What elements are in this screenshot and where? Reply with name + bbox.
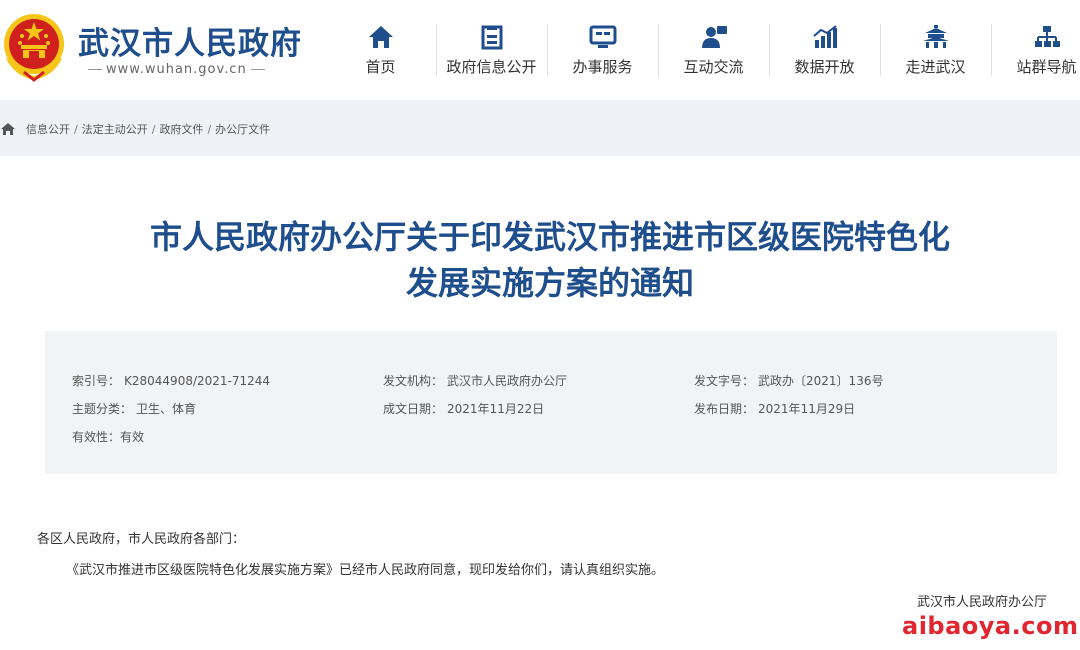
nav-label-info-disclosure: 政府信息公开 (446, 58, 537, 76)
meta-issuer-label: 发文机构： (383, 374, 444, 388)
nav-label-site-nav: 站群导航 (1016, 58, 1077, 76)
meta-publish-date-value: 2021年11月29日 (758, 402, 856, 416)
meta-topic: 主题分类： 卫生、体育 (72, 400, 196, 417)
pavilion-icon (922, 25, 949, 48)
site-header: 武汉市人民政府 www.wuhan.gov.cn 首页 政府信息公开 办事服务 … (0, 0, 1080, 100)
monitor-icon (589, 25, 616, 48)
nav-item-open-data[interactable]: 数据开放 (769, 22, 880, 80)
nav-item-services[interactable]: 办事服务 (547, 22, 658, 80)
meta-written-date-label: 成文日期： (383, 402, 444, 416)
breadcrumb-item-mandatory-disclosure[interactable]: 法定主动公开 (82, 121, 148, 137)
page-title: 市人民政府办公厅关于印发武汉市推进市区级医院特色化 发展实施方案的通知 (0, 214, 1080, 306)
nav-item-about-wuhan[interactable]: 走进武汉 (880, 22, 991, 80)
meta-written-date-value: 2021年11月22日 (447, 402, 545, 416)
nav-item-site-nav[interactable]: 站群导航 (991, 22, 1080, 80)
meta-publish-date-label: 发布日期： (694, 402, 755, 416)
meta-doc-number-label: 发文字号： (694, 374, 755, 388)
nav-label-home: 首页 (365, 58, 396, 76)
breadcrumb-separator: / (151, 122, 156, 136)
watermark: aibaoya.com (902, 612, 1079, 640)
main-nav: 首页 政府信息公开 办事服务 互动交流 数据开放 走进武汉 站群导航 (325, 22, 1080, 82)
meta-topic-value: 卫生、体育 (136, 402, 197, 416)
nav-label-services: 办事服务 (572, 58, 633, 76)
home-icon (368, 26, 393, 48)
nav-item-interaction[interactable]: 互动交流 (658, 22, 769, 80)
breadcrumb: 信息公开 / 法定主动公开 / 政府文件 / 办公厅文件 (0, 121, 270, 137)
bookmark-icon (481, 25, 502, 50)
site-url: www.wuhan.gov.cn (84, 62, 269, 77)
meta-topic-label: 主题分类： (72, 402, 133, 416)
signature: 武汉市人民政府办公厅 (917, 595, 1048, 610)
breadcrumb-bar: 信息公开 / 法定主动公开 / 政府文件 / 办公厅文件 (0, 100, 1080, 156)
salutation: 各区人民政府，市人民政府各部门： (37, 532, 246, 547)
nav-item-home[interactable]: 首页 (325, 22, 436, 80)
meta-validity-label: 有效性： (72, 430, 121, 444)
home-icon[interactable] (0, 122, 16, 136)
meta-issuer-value: 武汉市人民政府办公厅 (447, 374, 568, 388)
sitemap-icon (1034, 26, 1060, 47)
breadcrumb-item-gov-docs[interactable]: 政府文件 (159, 121, 203, 137)
document-metadata-panel: 索引号： K28044908/2021-71244 发文机构： 武汉市人民政府办公厅… (45, 331, 1057, 474)
bar-chart-icon (812, 25, 837, 48)
breadcrumb-item-office-docs[interactable]: 办公厅文件 (215, 121, 270, 137)
meta-written-date: 成文日期： 2021年11月22日 (383, 400, 544, 417)
meta-index-value: K28044908/2021-71244 (124, 374, 271, 388)
interaction-icon (701, 26, 727, 48)
nav-label-open-data: 数据开放 (794, 58, 855, 76)
meta-validity-value: 有效 (120, 430, 145, 444)
nav-label-about-wuhan: 走进武汉 (905, 58, 966, 76)
nav-label-interaction: 互动交流 (683, 58, 744, 76)
meta-doc-number-value: 武政办〔2021〕136号 (758, 374, 884, 388)
breadcrumb-separator: / (74, 122, 78, 136)
site-name[interactable]: 武汉市人民政府 (78, 18, 302, 63)
breadcrumb-separator: / (207, 122, 212, 136)
meta-publish-date: 发布日期： 2021年11月29日 (694, 400, 855, 417)
meta-issuer: 发文机构： 武汉市人民政府办公厅 (383, 372, 567, 389)
breadcrumb-item-info-disclosure[interactable]: 信息公开 (26, 121, 70, 137)
meta-index-label: 索引号： (72, 374, 121, 388)
page-title-line-1: 市人民政府办公厅关于印发武汉市推进市区级医院特色化 (149, 218, 950, 256)
nav-item-info-disclosure[interactable]: 政府信息公开 (436, 22, 547, 80)
meta-index: 索引号： K28044908/2021-71244 (72, 372, 270, 389)
meta-validity: 有效性：有效 (72, 428, 144, 445)
meta-doc-number: 发文字号： 武政办〔2021〕136号 (694, 372, 883, 389)
national-emblem-icon[interactable] (2, 12, 66, 82)
body-paragraph: 《武汉市推进市区级医院特色化发展实施方案》已经市人民政府同意，现印发给你们，请认… (66, 563, 665, 578)
page-title-line-2: 发展实施方案的通知 (405, 264, 694, 302)
